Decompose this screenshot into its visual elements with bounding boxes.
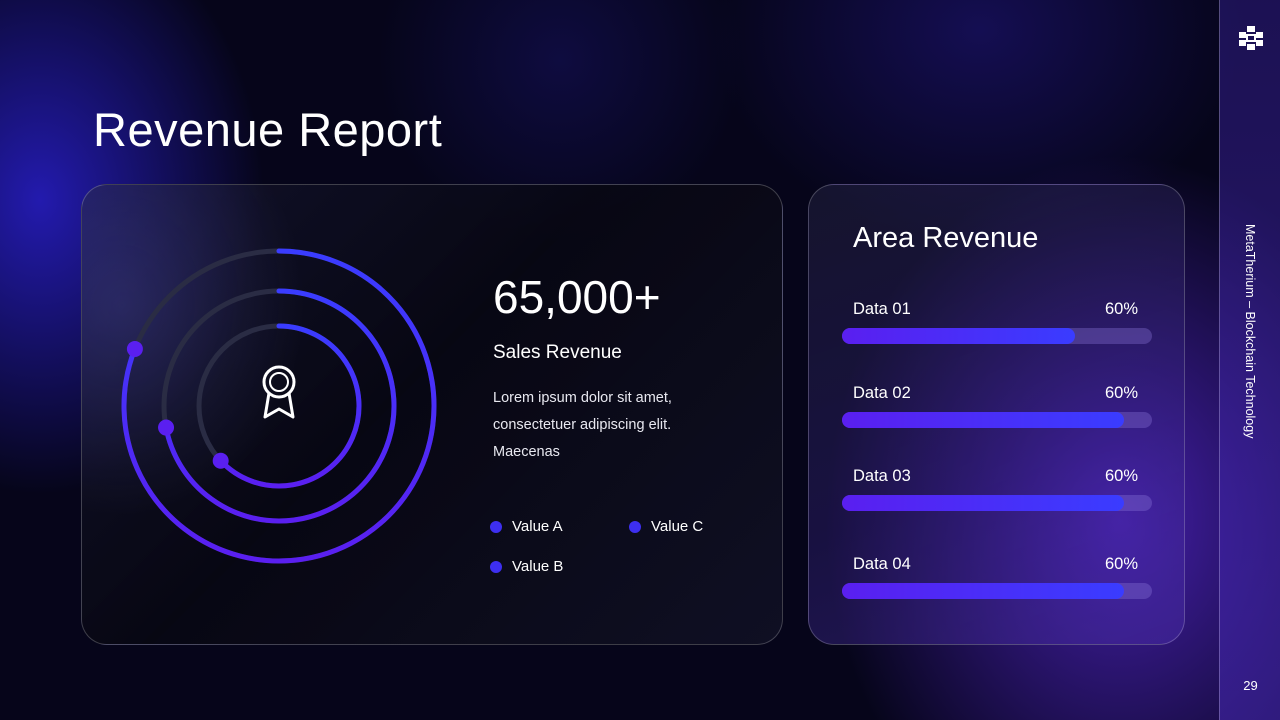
- sidebar: MetaTherium – Blockchain Technology 29: [1219, 0, 1280, 720]
- sidebar-brand-text: MetaTherium – Blockchain Technology: [1243, 224, 1257, 439]
- ring-end-dot: [158, 419, 175, 436]
- bar-label: Data 04: [853, 555, 911, 573]
- slide-title: Revenue Report: [93, 103, 443, 156]
- page-number: 29: [1243, 678, 1258, 693]
- sales-revenue-card: 65,000+ Sales Revenue Lorem ipsum dolor …: [81, 184, 783, 645]
- area-revenue-card: Area Revenue Data 01 60% Data 02 60% Dat…: [808, 184, 1185, 645]
- bar-label: Data 01: [853, 300, 911, 318]
- ring-end-dot: [212, 452, 229, 469]
- blocks-logo-icon: [1239, 26, 1263, 50]
- legend-dot: [490, 561, 502, 573]
- bar-track: [842, 495, 1152, 511]
- legend-dot: [629, 521, 641, 533]
- legend-label: Value A: [512, 518, 563, 535]
- sales-revenue-number: 65,000+: [493, 271, 661, 323]
- legend-label: Value C: [651, 518, 704, 535]
- bar-percent: 60%: [1104, 467, 1138, 485]
- legend-dot: [490, 521, 502, 533]
- bar-percent: 60%: [1104, 300, 1138, 318]
- award-badge-icon: [262, 365, 296, 419]
- bar-track: [842, 412, 1152, 428]
- bar-label: Data 03: [853, 467, 911, 485]
- area-revenue-title: Area Revenue: [853, 222, 1039, 254]
- legend-item-value-c: Value C: [629, 517, 703, 537]
- sales-revenue-label: Sales Revenue: [493, 342, 622, 363]
- bar-percent: 60%: [1104, 555, 1138, 573]
- bar-track: [842, 583, 1152, 599]
- bar-fill: [842, 495, 1125, 511]
- bar-percent: 60%: [1104, 384, 1138, 402]
- sales-revenue-description: Lorem ipsum dolor sit amet, consectetuer…: [493, 390, 672, 460]
- bar-fill: [842, 583, 1125, 599]
- legend-item-value-b: Value B: [490, 557, 563, 577]
- bar-track: [842, 328, 1152, 344]
- legend-label: Value B: [512, 558, 564, 575]
- bar-label: Data 02: [853, 384, 911, 402]
- ring-end-dot: [126, 340, 143, 357]
- bar-fill: [842, 412, 1125, 428]
- legend-item-value-a: Value A: [490, 517, 563, 537]
- bar-fill: [842, 328, 1075, 344]
